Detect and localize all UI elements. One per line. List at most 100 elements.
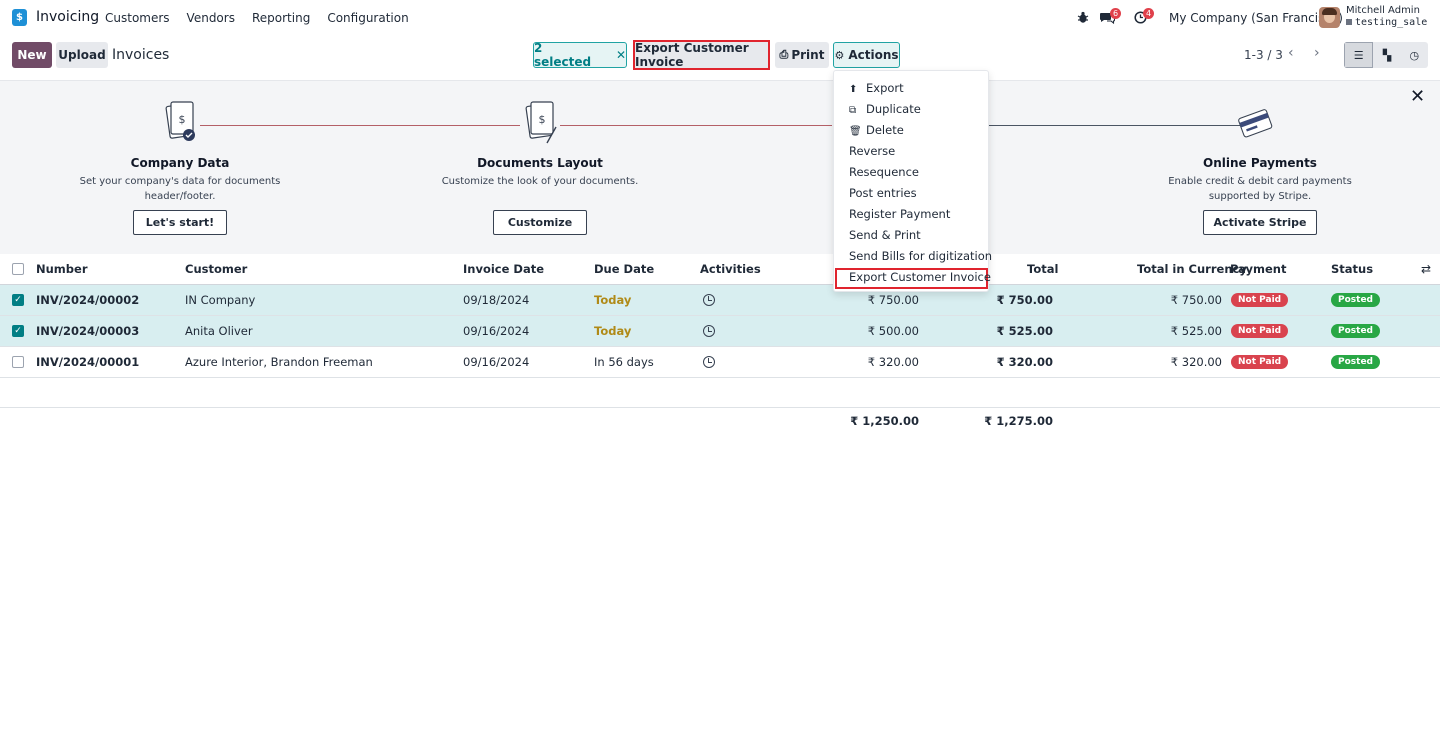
activate-stripe-button[interactable]: Activate Stripe (1203, 210, 1317, 235)
column-customer[interactable]: Customer (185, 262, 247, 276)
onboarding-banner: $ Company Data Set your company's data f… (0, 80, 1440, 254)
progress-line-done-2 (560, 125, 832, 126)
page-title: Invoices (112, 47, 170, 63)
upload-icon: ⬆ (849, 84, 858, 95)
menu-item-register-payment[interactable]: Register Payment (849, 207, 950, 221)
lets-start-button[interactable]: Let's start! (133, 210, 227, 235)
column-number[interactable]: Number (36, 262, 88, 276)
trash-icon: 🗑 (849, 126, 862, 137)
pager-next-icon[interactable]: › (1314, 45, 1320, 61)
export-customer-invoice-button[interactable]: Export Customer Invoice (633, 40, 770, 70)
copy-icon: ⧉ (849, 105, 857, 116)
table-row[interactable]: ✓ INV/2024/00002 IN Company 09/18/2024 T… (0, 285, 1440, 316)
sum-untaxed: ₹ 1,250.00 (850, 414, 919, 428)
table-row[interactable]: INV/2024/00001 Azure Interior, Brandon F… (0, 347, 1440, 378)
pager-previous-icon[interactable]: ‹ (1288, 45, 1294, 61)
printer-icon: ⎙ (779, 48, 789, 61)
database-name: testing_sale (1346, 17, 1427, 28)
menu-item-resequence[interactable]: Resequence (849, 165, 919, 179)
cell-customer: IN Company (185, 293, 256, 307)
menu-vendors[interactable]: Vendors (187, 11, 235, 25)
kanban-view-icon[interactable]: ▚ (1373, 42, 1401, 68)
user-name[interactable]: Mitchell Admin (1346, 5, 1420, 16)
menu-item-reverse[interactable]: Reverse (849, 144, 895, 158)
menu-item-export-customer-invoice[interactable]: Export Customer Invoice (849, 270, 991, 284)
table-footer-divider (0, 407, 1440, 408)
company-switcher[interactable]: My Company (San Francisco) (1169, 11, 1343, 25)
menu-item-label: Delete (866, 123, 904, 137)
activity-clock-icon[interactable] (703, 325, 715, 337)
selected-count: 2 selected (534, 41, 592, 69)
cell-total: ₹ 525.00 (996, 324, 1053, 338)
row-checkbox[interactable]: ✓ (12, 294, 24, 306)
cell-invoice-date: 09/18/2024 (463, 293, 530, 307)
user-avatar[interactable] (1319, 7, 1340, 28)
row-checkbox[interactable]: ✓ (12, 325, 24, 337)
cell-due-date: Today (594, 324, 632, 338)
column-activities[interactable]: Activities (700, 262, 761, 276)
select-all-checkbox[interactable] (12, 263, 24, 275)
main-menu: Customers Vendors Reporting Configuratio… (105, 11, 409, 25)
close-banner-icon[interactable]: ✕ (1410, 86, 1425, 107)
step-title: Company Data (130, 156, 230, 170)
new-button[interactable]: New (12, 42, 52, 68)
actions-button[interactable]: ⚙ Actions (833, 42, 900, 68)
column-payment[interactable]: Payment (1230, 262, 1287, 276)
payment-status-badge: Not Paid (1231, 293, 1289, 307)
cell-total-currency: ₹ 525.00 (1170, 324, 1222, 338)
cell-number: INV/2024/00003 (36, 324, 140, 338)
list-view-icon[interactable]: ☰ (1344, 42, 1374, 68)
cell-untaxed: ₹ 750.00 (867, 293, 919, 307)
table-row[interactable]: ✓ INV/2024/00003 Anita Oliver 09/16/2024… (0, 316, 1440, 347)
customize-button[interactable]: Customize (493, 210, 587, 235)
print-button[interactable]: ⎙ Print (775, 42, 829, 68)
step-title: Documents Layout (477, 156, 603, 170)
cell-customer: Azure Interior, Brandon Freeman (185, 355, 373, 369)
menu-customers[interactable]: Customers (105, 11, 170, 25)
menu-item-export[interactable]: ⬆ Export (849, 81, 904, 95)
progress-line-pending (989, 125, 1241, 126)
svg-text:$: $ (179, 113, 186, 126)
messages-badge: 6 (1110, 8, 1121, 19)
credit-card-icon (1238, 109, 1273, 138)
pager-value[interactable]: 1-3 / 3 (1244, 48, 1283, 62)
menu-reporting[interactable]: Reporting (252, 11, 310, 25)
activity-view-icon[interactable]: ◷ (1400, 42, 1428, 68)
progress-line-done (200, 125, 520, 126)
menu-configuration[interactable]: Configuration (327, 11, 408, 25)
menu-item-send-print[interactable]: Send & Print (849, 228, 921, 242)
column-invoice-date[interactable]: Invoice Date (463, 262, 544, 276)
column-status[interactable]: Status (1331, 262, 1373, 276)
step-description: Set your company's data for documents he… (79, 176, 281, 202)
cell-customer: Anita Oliver (185, 324, 253, 338)
step-description: Customize the look of your documents. (441, 176, 639, 187)
cell-total: ₹ 750.00 (996, 293, 1053, 307)
column-due-date[interactable]: Due Date (594, 262, 654, 276)
row-checkbox[interactable] (12, 356, 24, 368)
menu-item-post-entries[interactable]: Post entries (849, 186, 917, 200)
database-icon (1346, 19, 1352, 25)
gear-icon: ⚙ (834, 48, 845, 62)
actions-label: Actions (848, 48, 899, 62)
bug-icon[interactable] (1077, 11, 1089, 24)
activity-clock-icon[interactable] (703, 356, 715, 368)
cell-number: INV/2024/00001 (36, 355, 140, 369)
step-description: Enable credit & debit card payments supp… (1168, 176, 1352, 202)
upload-button[interactable]: Upload (56, 42, 108, 68)
app-name[interactable]: Invoicing (36, 9, 99, 25)
clear-selection-icon[interactable]: ✕ (616, 48, 626, 62)
menu-item-delete[interactable]: 🗑 Delete (849, 123, 904, 137)
menu-item-label: Export (866, 81, 904, 95)
cell-untaxed: ₹ 500.00 (867, 324, 919, 338)
cell-due-date: Today (594, 293, 632, 307)
cell-total-currency: ₹ 320.00 (1170, 355, 1222, 369)
menu-item-send-bills-digitization[interactable]: Send Bills for digitization (849, 249, 992, 263)
cell-total: ₹ 320.00 (996, 355, 1053, 369)
invoicing-app-icon[interactable]: $ (12, 9, 27, 26)
optional-columns-icon[interactable]: ⇄ (1421, 262, 1431, 276)
table-header: Number Customer Invoice Date Due Date Ac… (0, 254, 1440, 285)
activity-clock-icon[interactable] (703, 294, 715, 306)
menu-item-duplicate[interactable]: ⧉ Duplicate (849, 102, 921, 116)
column-total[interactable]: Total (1027, 262, 1058, 276)
cell-invoice-date: 09/16/2024 (463, 355, 530, 369)
